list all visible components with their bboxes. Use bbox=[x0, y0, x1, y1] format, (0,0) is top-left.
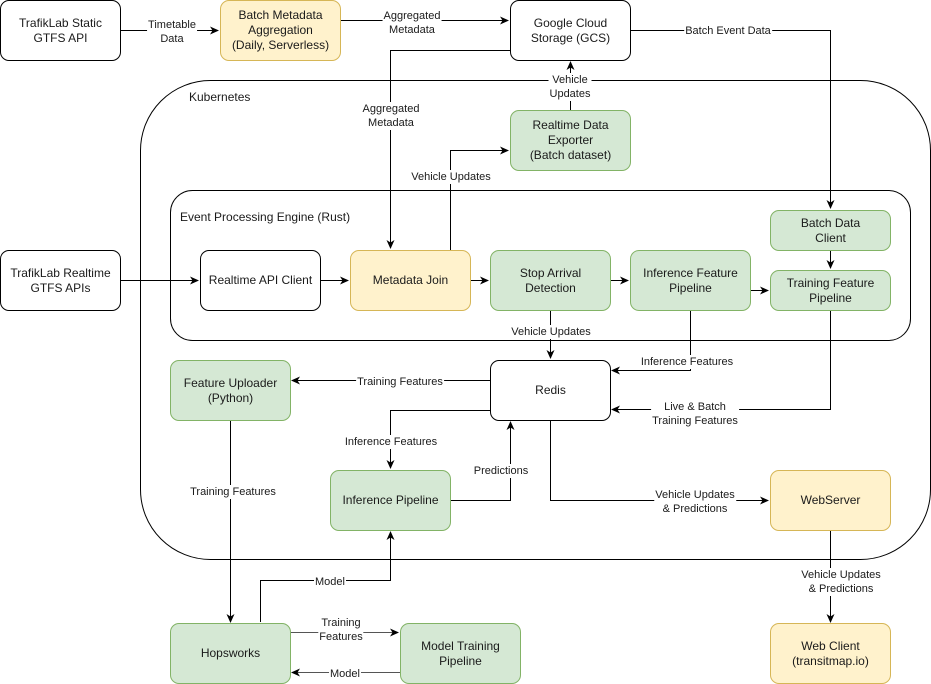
edge-vehicle-updates-exporter bbox=[450, 146, 509, 250]
node-gcs[interactable]: Google Cloud Storage (GCS) bbox=[510, 0, 631, 61]
node-web-client[interactable]: Web Client (transitmap.io) bbox=[770, 623, 891, 684]
node-inference-feature-pipeline[interactable]: Inference Feature Pipeline bbox=[630, 250, 751, 311]
node-training-feature-pipeline[interactable]: Training Feature Pipeline bbox=[770, 270, 891, 311]
event-engine-label: Event Processing Engine (Rust) bbox=[180, 210, 351, 224]
label-vehicle-updates-redis: Vehicle Updates bbox=[510, 325, 592, 339]
node-stop-arrival-detection[interactable]: Stop Arrival Detection bbox=[490, 250, 611, 311]
label-model-back: Model bbox=[329, 667, 361, 681]
node-feature-uploader[interactable]: Feature Uploader (Python) bbox=[170, 360, 291, 421]
label-predictions: Predictions bbox=[472, 464, 530, 478]
label-inference-features-redis: Inference Features bbox=[639, 355, 735, 369]
label-model-up: Model bbox=[314, 575, 346, 589]
label-vehicle-preds-client: Vehicle Updates & Predictions bbox=[800, 568, 882, 596]
label-vehicle-updates-gcs: Vehicle Updates bbox=[548, 73, 592, 101]
node-realtime-apis[interactable]: TrafikLab Realtime GTFS APIs bbox=[0, 250, 121, 311]
label-training-features-mt: Training Features bbox=[318, 616, 364, 644]
label-training-features-hops: Training Features bbox=[189, 485, 277, 499]
label-live-batch: Live & Batch Training Features bbox=[651, 400, 739, 428]
label-batch-event: Batch Event Data bbox=[684, 24, 772, 38]
node-batch-metadata-aggregation[interactable]: Batch Metadata Aggregation (Daily, Serve… bbox=[220, 0, 341, 61]
node-hopsworks[interactable]: Hopsworks bbox=[170, 623, 291, 684]
diagram-canvas bbox=[120, 16, 931, 677]
node-static-api[interactable]: TrafikLab Static GTFS API bbox=[0, 0, 121, 61]
kubernetes-label: Kubernetes bbox=[189, 90, 251, 104]
label-training-features-uploader: Training Features bbox=[356, 375, 444, 389]
label-agg-meta-down: Aggregated Metadata bbox=[361, 102, 421, 130]
node-inference-pipeline[interactable]: Inference Pipeline bbox=[330, 470, 451, 531]
node-webserver[interactable]: WebServer bbox=[770, 470, 891, 531]
label-timetable: Timetable Data bbox=[147, 18, 197, 46]
node-batch-data-client[interactable]: Batch Data Client bbox=[770, 210, 891, 251]
label-vehicle-updates-exporter: Vehicle Updates bbox=[410, 170, 492, 184]
edge-batch-event bbox=[630, 30, 835, 209]
edge-predictions bbox=[450, 421, 515, 501]
node-realtime-data-exporter[interactable]: Realtime Data Exporter (Batch dataset) bbox=[510, 110, 631, 171]
node-metadata-join[interactable]: Metadata Join bbox=[350, 250, 471, 311]
node-redis[interactable]: Redis bbox=[490, 360, 611, 421]
node-model-training-pipeline[interactable]: Model Training Pipeline bbox=[400, 623, 521, 684]
label-inference-features-pipeline: Inference Features bbox=[343, 435, 439, 449]
node-realtime-api-client[interactable]: Realtime API Client bbox=[200, 250, 321, 311]
label-agg-meta-top: Aggregated Metadata bbox=[382, 9, 442, 37]
label-vehicle-preds-web: Vehicle Updates & Predictions bbox=[654, 488, 736, 516]
